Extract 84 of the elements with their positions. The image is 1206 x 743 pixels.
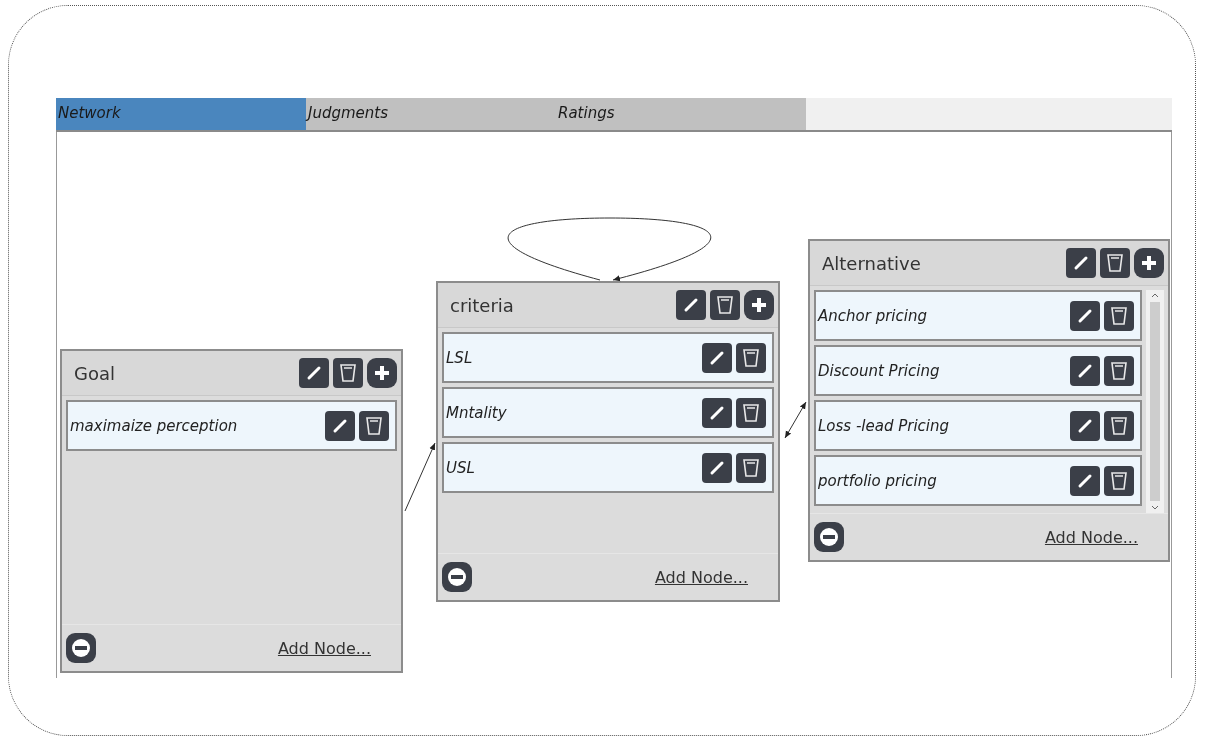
remove-button[interactable] [442, 562, 472, 592]
pencil-icon [683, 297, 699, 313]
node-row[interactable]: Mntality [442, 387, 774, 438]
delete-button[interactable] [333, 358, 363, 388]
delete-button[interactable] [736, 452, 766, 483]
edit-button[interactable] [702, 397, 732, 428]
cluster-title: Alternative [822, 252, 922, 274]
plus-icon [750, 296, 768, 314]
minus-icon [70, 637, 92, 659]
pencil-icon [709, 459, 725, 476]
node-row[interactable]: maximaize perception [66, 400, 397, 451]
remove-button[interactable] [814, 522, 844, 552]
edit-button[interactable] [1070, 300, 1100, 331]
tab[interactable]: Judgments [306, 98, 556, 130]
pencil-icon [1077, 362, 1093, 379]
trash-icon [339, 363, 357, 383]
cluster-title: criteria [450, 294, 515, 316]
edit-button[interactable] [702, 342, 732, 373]
node-row[interactable]: USL [442, 442, 774, 493]
node-row[interactable]: portfolio pricing [814, 455, 1142, 506]
pencil-icon [332, 417, 348, 434]
minus-icon [818, 526, 840, 548]
edit-button[interactable] [1066, 248, 1096, 278]
add-button[interactable] [367, 358, 397, 388]
delete-button[interactable] [1104, 465, 1134, 496]
edit-button[interactable] [1070, 465, 1100, 496]
trash-icon [1110, 360, 1128, 381]
edit-button[interactable] [676, 290, 706, 320]
add-node-link[interactable]: Add Node... [277, 638, 371, 658]
minus-icon [446, 566, 468, 588]
node-row[interactable]: Discount Pricing [814, 345, 1142, 396]
add-button[interactable] [1134, 248, 1164, 278]
trash-icon [1106, 253, 1124, 273]
double-arrow [784, 401, 807, 439]
tab[interactable]: Ratings [556, 98, 806, 130]
pencil-icon [1077, 417, 1093, 434]
delete-button[interactable] [1104, 300, 1134, 331]
connector-arrow [404, 442, 436, 512]
pencil-icon [709, 349, 725, 366]
node-name: Loss -lead Pricing [818, 416, 951, 435]
pencil-icon [1077, 307, 1093, 324]
node-name: USL [446, 458, 476, 477]
delete-button[interactable] [710, 290, 740, 320]
cluster-title: Goal [74, 362, 116, 384]
node-name: maximaize perception [70, 416, 239, 435]
node-row[interactable]: LSL [442, 332, 774, 383]
tab[interactable]: Network [56, 98, 306, 130]
edit-button[interactable] [1070, 355, 1100, 386]
plus-icon [373, 364, 391, 382]
delete-button[interactable] [736, 342, 766, 373]
add-node-link[interactable]: Add Node... [654, 567, 748, 587]
remove-button[interactable] [66, 633, 96, 663]
trash-icon [365, 415, 383, 436]
delete-button[interactable] [1100, 248, 1130, 278]
delete-button[interactable] [1104, 355, 1134, 386]
delete-button[interactable] [736, 397, 766, 428]
trash-icon [716, 295, 734, 315]
node-name: Mntality [446, 403, 508, 422]
pencil-icon [1073, 255, 1089, 271]
node-name: Discount Pricing [818, 361, 941, 380]
trash-icon [1110, 415, 1128, 436]
edit-button[interactable] [1070, 410, 1100, 441]
pencil-icon [709, 404, 725, 421]
trash-icon [742, 402, 760, 423]
delete-button[interactable] [359, 410, 389, 441]
node-row[interactable]: Loss -lead Pricing [814, 400, 1142, 451]
trash-icon [1110, 305, 1128, 326]
trash-icon [1110, 470, 1128, 491]
trash-icon [742, 457, 760, 478]
scrollbar[interactable] [1146, 290, 1164, 513]
plus-icon [1140, 254, 1158, 272]
pencil-icon [1077, 472, 1093, 489]
edit-button[interactable] [325, 410, 355, 441]
add-button[interactable] [744, 290, 774, 320]
edit-button[interactable] [702, 452, 732, 483]
delete-button[interactable] [1104, 410, 1134, 441]
node-name: portfolio pricing [818, 471, 938, 490]
pencil-icon [306, 365, 322, 381]
add-node-link[interactable]: Add Node... [1044, 527, 1138, 547]
node-row[interactable]: Anchor pricing [814, 290, 1142, 341]
node-name: Anchor pricing [818, 306, 928, 325]
trash-icon [742, 347, 760, 368]
node-name: LSL [446, 348, 474, 367]
edit-button[interactable] [299, 358, 329, 388]
